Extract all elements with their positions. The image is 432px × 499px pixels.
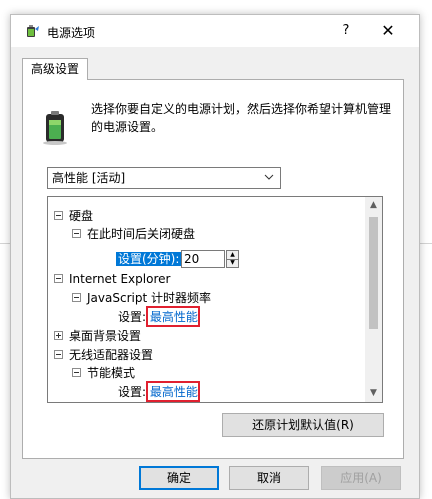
spin-down-icon[interactable]: ▼ — [227, 259, 238, 267]
setting-minutes-label: 设置(分钟): — [116, 252, 182, 266]
power-options-icon — [27, 25, 39, 37]
instruction-text: 选择你要自定义的电源计划，然后选择你希望计算机管理 的电源设置。 — [91, 100, 391, 136]
help-button[interactable]: ? — [332, 21, 360, 41]
power-plan-value: 高性能 [活动] — [52, 171, 126, 185]
power-plan-dropdown[interactable]: 高性能 [活动] — [47, 167, 281, 189]
tab-advanced-settings[interactable]: 高级设置 — [22, 58, 88, 80]
instruction-line-1: 选择你要自定义的电源计划，然后选择你希望计算机管理 — [91, 102, 392, 116]
collapse-icon[interactable] — [54, 211, 63, 220]
collapse-icon[interactable] — [54, 350, 63, 359]
collapse-icon[interactable] — [72, 368, 81, 377]
apply-button[interactable]: 应用(A) — [321, 466, 401, 490]
tree-item-hard-disk[interactable]: 硬盘 — [54, 207, 93, 225]
tree-item-internet-explorer[interactable]: Internet Explorer — [54, 270, 170, 288]
expand-icon[interactable] — [54, 331, 63, 340]
settings-tree[interactable]: 硬盘 在此时间后关闭硬盘 设置(分钟): 20 ▲ ▼ Internet Exp… — [47, 196, 383, 403]
setting-label: 设置: — [118, 310, 147, 324]
tree-item-desktop-background[interactable]: 桌面背景设置 — [54, 327, 141, 345]
highlight-box — [146, 306, 200, 327]
window-title: 电源选项 — [47, 26, 96, 40]
disk-minutes-input[interactable]: 20 — [181, 250, 225, 268]
restore-defaults-button[interactable]: 还原计划默认值(R) — [222, 413, 384, 437]
minutes-spinner[interactable]: ▲ ▼ — [226, 250, 239, 268]
instruction-line-2: 的电源设置。 — [91, 120, 164, 134]
chevron-down-icon — [264, 174, 274, 180]
tree-scrollbar[interactable]: ▲ ▼ — [365, 197, 382, 402]
tree-item-sleep[interactable]: 睡眠 — [54, 401, 93, 402]
setting-label: 设置: — [118, 385, 147, 399]
battery-plan-icon — [43, 111, 67, 145]
close-icon: ✕ — [381, 21, 395, 40]
scroll-down-icon[interactable]: ▼ — [365, 385, 382, 402]
tree-item-turn-off-disk[interactable]: 在此时间后关闭硬盘 — [72, 225, 195, 243]
ok-button[interactable]: 确定 — [139, 466, 219, 490]
scroll-thumb[interactable] — [369, 217, 378, 329]
collapse-icon[interactable] — [54, 274, 63, 283]
collapse-icon[interactable] — [72, 229, 81, 238]
cancel-button[interactable]: 取消 — [229, 466, 309, 490]
close-button[interactable]: ✕ — [374, 21, 402, 41]
power-options-dialog: 电源选项 ? ✕ 高级设置 选择你要自定义的电源计划，然后选择你希望计算机管理 … — [10, 14, 420, 499]
title-bar[interactable]: 电源选项 ? ✕ — [11, 15, 419, 47]
tree-item-js-timer[interactable]: JavaScript 计时器频率 — [72, 289, 211, 307]
tree-item-wireless-adapter[interactable]: 无线适配器设置 — [54, 346, 153, 364]
disk-setting-label: 设置(分钟): — [116, 250, 182, 268]
collapse-icon[interactable] — [72, 293, 81, 302]
tree-item-power-saving-mode[interactable]: 节能模式 — [72, 364, 135, 382]
highlight-box — [146, 381, 200, 402]
scroll-up-icon[interactable]: ▲ — [365, 197, 382, 214]
